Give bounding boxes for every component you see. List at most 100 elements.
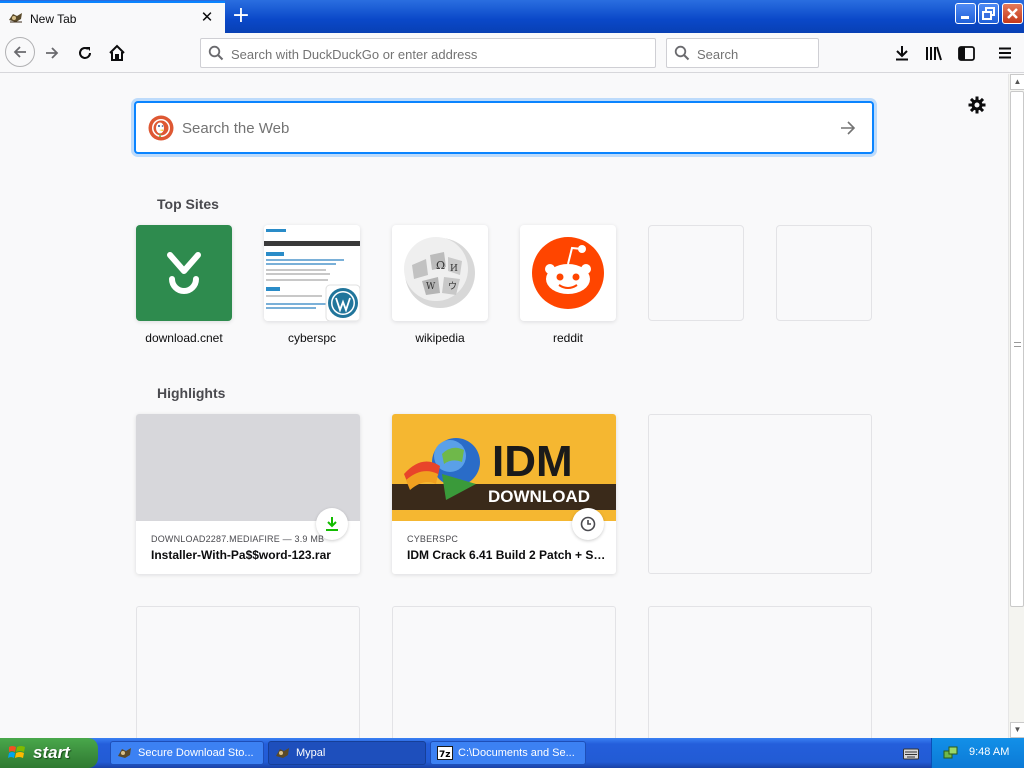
cyberspc-page-thumbnail bbox=[264, 225, 360, 321]
top-site-tile-reddit[interactable] bbox=[520, 225, 616, 321]
library-button[interactable] bbox=[920, 39, 948, 67]
scroll-down-arrow-icon[interactable]: ▼ bbox=[1010, 722, 1024, 738]
duckduckgo-logo-icon bbox=[148, 115, 174, 141]
reddit-logo-icon bbox=[532, 237, 604, 309]
reload-icon bbox=[79, 47, 91, 59]
highlight-card-empty bbox=[648, 606, 872, 738]
taskbar-item-label: Mypal bbox=[296, 747, 326, 759]
system-tray: 9:48 AM bbox=[931, 738, 1024, 768]
arrow-right-icon bbox=[46, 47, 59, 59]
highlight-context: DOWNLOAD2287.MEDIAFIRE — 3.9 MB bbox=[151, 534, 325, 544]
taskbar-item-7zip[interactable]: 7z C:\Documents and Se... bbox=[430, 741, 586, 765]
highlight-card[interactable]: DOWNLOAD2287.MEDIAFIRE — 3.9 MB Installe… bbox=[136, 414, 360, 574]
downloads-button[interactable] bbox=[888, 39, 916, 67]
close-tab-icon[interactable]: ✕ bbox=[198, 9, 216, 27]
taskbar-item-label: C:\Documents and Se... bbox=[458, 747, 575, 759]
highlights-heading: Highlights bbox=[157, 385, 226, 401]
mypal-app-icon bbox=[118, 748, 131, 758]
top-sites-heading: Top Sites bbox=[157, 196, 219, 212]
highlight-context: CYBERSPC bbox=[407, 534, 459, 544]
web-search-box[interactable] bbox=[135, 102, 873, 153]
search-input[interactable] bbox=[697, 44, 812, 64]
tab-strip: New Tab ✕ + bbox=[0, 0, 1024, 33]
svg-text:ウ: ウ bbox=[448, 281, 457, 292]
clock: 9:48 AM bbox=[969, 746, 1010, 758]
svg-text:7z: 7z bbox=[439, 750, 451, 760]
arrow-right-icon[interactable] bbox=[838, 118, 858, 138]
svg-text:Ω: Ω bbox=[436, 259, 445, 272]
vertical-scrollbar[interactable]: ▲ ▼ bbox=[1008, 74, 1024, 738]
scroll-up-arrow-icon[interactable]: ▲ bbox=[1010, 74, 1024, 90]
sidebar-icon bbox=[957, 45, 975, 61]
clock-icon bbox=[580, 516, 596, 532]
menu-button[interactable] bbox=[991, 39, 1019, 67]
highlight-thumbnail bbox=[136, 414, 360, 521]
tab-title: New Tab bbox=[30, 12, 77, 26]
keyboard-icon[interactable] bbox=[903, 746, 919, 760]
close-window-button[interactable] bbox=[1002, 3, 1023, 24]
forward-button[interactable] bbox=[38, 39, 66, 67]
top-site-tile-empty[interactable] bbox=[648, 225, 744, 321]
top-site-tile-wikipedia[interactable]: Ω И W ウ bbox=[392, 225, 488, 321]
idm-download-thumbnail: IDM DOWNLOAD bbox=[392, 414, 616, 521]
download-cnet-logo-icon bbox=[167, 252, 201, 294]
idm-thumb-title: IDM bbox=[492, 437, 573, 486]
sidebar-button[interactable] bbox=[952, 39, 980, 67]
idm-thumb-subtitle: DOWNLOAD bbox=[488, 487, 590, 506]
taskbar-item-label: Secure Download Sto... bbox=[138, 747, 254, 759]
search-icon bbox=[674, 45, 690, 61]
new-tab-page: Top Sites download.cnet bbox=[0, 74, 1008, 738]
wikipedia-logo-icon: Ω И W ウ bbox=[404, 237, 475, 308]
home-button[interactable] bbox=[103, 39, 131, 67]
library-icon bbox=[926, 46, 942, 61]
clock-badge bbox=[572, 508, 604, 540]
address-input[interactable] bbox=[231, 44, 646, 64]
start-label: start bbox=[33, 743, 70, 762]
mypal-app-icon bbox=[276, 748, 289, 758]
windows-taskbar: start Secure Download Sto... Mypal 7z C:… bbox=[0, 738, 1024, 768]
restore-icon bbox=[982, 7, 995, 20]
highlight-title: Installer-With-Pa$$word-123.rar bbox=[151, 548, 331, 562]
search-bar[interactable] bbox=[666, 38, 819, 68]
start-button[interactable]: start bbox=[0, 738, 98, 768]
download-icon bbox=[896, 46, 908, 61]
minimize-button[interactable] bbox=[955, 3, 976, 24]
taskbar-item-mypal[interactable]: Mypal bbox=[268, 741, 426, 765]
top-site-label: cyberspc bbox=[287, 331, 337, 345]
search-icon bbox=[208, 45, 224, 61]
gear-icon[interactable] bbox=[967, 95, 987, 115]
scrollbar-thumb[interactable] bbox=[1010, 91, 1024, 607]
back-button[interactable] bbox=[5, 37, 35, 67]
minimize-icon bbox=[961, 16, 969, 19]
mypal-favicon-icon bbox=[9, 13, 22, 23]
highlight-card-empty bbox=[648, 414, 872, 574]
top-site-tile-download-cnet[interactable] bbox=[136, 225, 232, 321]
close-icon bbox=[1007, 8, 1018, 19]
highlight-card[interactable]: IDM DOWNLOAD CYBERSPC IDM Crack 6.41 Bui… bbox=[392, 414, 616, 574]
address-bar[interactable] bbox=[200, 38, 656, 68]
network-icon[interactable] bbox=[943, 745, 959, 761]
reload-button[interactable] bbox=[71, 39, 99, 67]
navigation-toolbar bbox=[0, 33, 1024, 73]
web-search-input[interactable] bbox=[182, 117, 822, 139]
taskbar-item-secure-download[interactable]: Secure Download Sto... bbox=[110, 741, 264, 765]
restore-button[interactable] bbox=[978, 3, 999, 24]
download-icon bbox=[326, 517, 338, 531]
top-site-tile-empty[interactable] bbox=[776, 225, 872, 321]
svg-text:И: И bbox=[450, 264, 458, 274]
top-site-label: wikipedia bbox=[415, 331, 465, 345]
top-site-tile-cyberspc[interactable] bbox=[264, 225, 360, 321]
top-site-label: download.cnet bbox=[145, 331, 223, 345]
highlight-card-empty bbox=[136, 606, 360, 738]
svg-text:W: W bbox=[426, 282, 436, 292]
hamburger-menu-icon bbox=[999, 47, 1011, 59]
tab-new-tab[interactable]: New Tab ✕ bbox=[0, 1, 225, 33]
top-site-label: reddit bbox=[552, 331, 584, 345]
highlight-title: IDM Crack 6.41 Build 2 Patch + Serial Ke… bbox=[407, 548, 607, 562]
windows-logo-icon bbox=[8, 746, 25, 758]
new-tab-button[interactable]: + bbox=[227, 3, 255, 29]
home-icon bbox=[109, 44, 125, 61]
highlight-card-empty bbox=[392, 606, 616, 738]
7zip-app-icon: 7z bbox=[437, 746, 453, 760]
arrow-left-icon bbox=[13, 46, 26, 58]
